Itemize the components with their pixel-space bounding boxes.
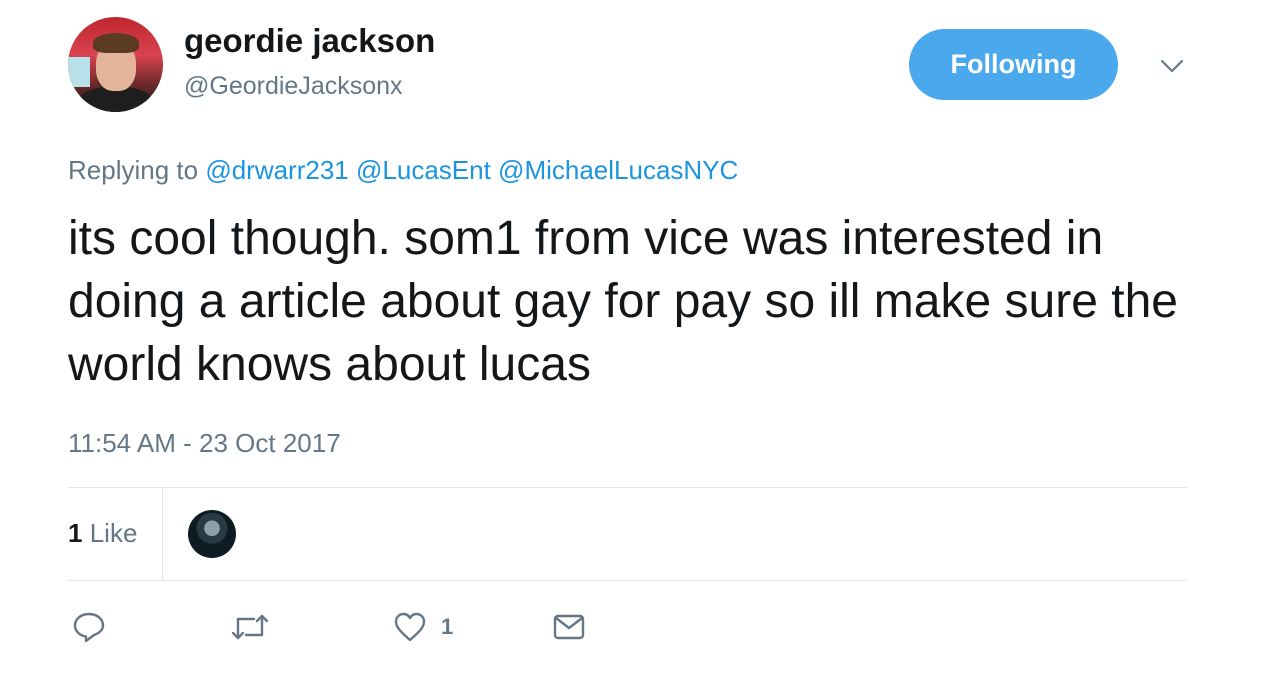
reply-button[interactable] xyxy=(72,610,106,644)
divider-bottom xyxy=(68,580,1187,581)
replying-to-line: Replying to @drwarr231 @LucasEnt @Michae… xyxy=(68,155,738,186)
like-count: 1 xyxy=(441,614,454,639)
author-handle[interactable]: @GeordieJacksonx xyxy=(184,72,403,101)
tweet-text: its cool though. som1 from vice was inte… xyxy=(68,212,1178,391)
reply-icon xyxy=(72,610,106,644)
reply-mention-lucasent[interactable]: @LucasEnt xyxy=(356,155,491,185)
avatar-hair xyxy=(93,33,139,53)
likes-count-label: Like xyxy=(89,518,138,548)
chevron-down-icon[interactable] xyxy=(1160,54,1184,78)
reply-mention-drwarr231[interactable]: @drwarr231 xyxy=(205,155,348,185)
direct-message-button[interactable] xyxy=(552,610,586,644)
author-name[interactable]: geordie jackson xyxy=(184,22,435,60)
reply-mention-michaellucasnyc[interactable]: @MichaelLucasNYC xyxy=(498,155,738,185)
divider-top xyxy=(68,487,1187,488)
divider-vertical xyxy=(162,487,163,581)
following-button[interactable]: Following xyxy=(909,29,1118,100)
avatar-background xyxy=(68,57,90,87)
likes-count-number: 1 xyxy=(68,518,83,548)
likes-count[interactable]: 1 Like xyxy=(68,518,137,549)
tweet-timestamp[interactable]: 11:54 AM - 23 Oct 2017 xyxy=(68,428,341,459)
like-button[interactable]: 1 xyxy=(393,610,453,644)
heart-icon xyxy=(393,610,427,644)
liker-avatar[interactable] xyxy=(188,510,236,558)
replying-to-label: Replying to xyxy=(68,155,199,185)
retweet-icon xyxy=(230,610,270,644)
envelope-icon xyxy=(552,610,586,644)
retweet-button[interactable] xyxy=(230,610,270,644)
author-avatar[interactable] xyxy=(68,17,163,112)
